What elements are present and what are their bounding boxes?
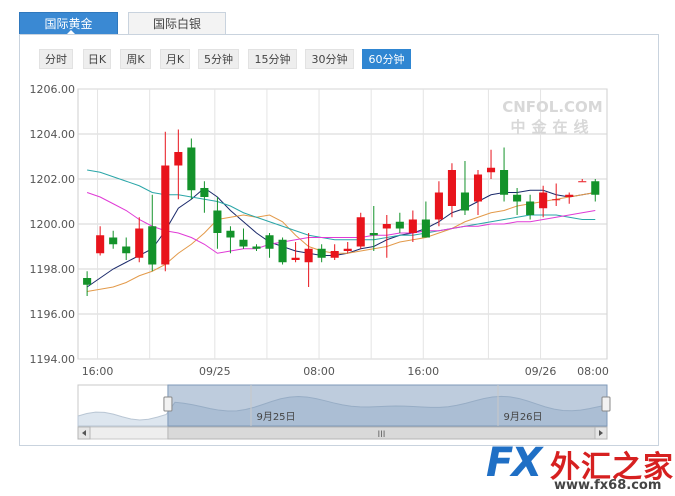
candle-body — [161, 165, 170, 265]
navigator-handle-left[interactable] — [163, 396, 173, 412]
candle-body — [148, 226, 157, 265]
candle-body — [213, 210, 222, 233]
x-tick-label: 09/25 — [199, 365, 231, 378]
candle-body — [500, 170, 509, 195]
scrollbar-grip: III — [377, 430, 385, 440]
x-tick-label: 08:00 — [577, 365, 609, 378]
candle-body — [434, 192, 443, 220]
candle-body — [408, 219, 417, 233]
candle-body — [291, 257, 300, 260]
candle-body — [447, 170, 456, 206]
candle-body — [578, 181, 587, 183]
candle-body — [460, 192, 470, 211]
y-tick-label: 1194.00 — [30, 353, 76, 366]
x-tick-label: 16:00 — [407, 365, 439, 378]
y-tick-label: 1196.00 — [30, 308, 76, 321]
y-tick-label: 1198.00 — [30, 263, 76, 276]
candle — [356, 212, 365, 249]
candle-body — [473, 174, 483, 202]
watermark: CNFOL.COM 中金在线 — [500, 98, 605, 137]
candle-body — [565, 194, 574, 197]
watermark-line2: 中金在线 — [510, 118, 595, 136]
candle-body — [539, 192, 548, 209]
candle-body — [200, 188, 209, 197]
candle-body — [395, 221, 404, 229]
navigator-date-label: 9月26日 — [503, 411, 542, 423]
candle-body — [122, 246, 131, 254]
logo-url: www.fx68.com — [554, 478, 662, 493]
candle-body — [187, 147, 196, 191]
candle-body — [226, 230, 235, 238]
y-tick-label: 1206.00 — [30, 83, 76, 96]
candlestick-chart: 1194.00 1196.00 1198.00 1200.00 1202.00 1204.… — [30, 83, 611, 440]
candle-body — [526, 201, 535, 215]
candle-body — [239, 239, 248, 247]
candle-body — [317, 248, 326, 258]
y-tick-label: 1202.00 — [30, 173, 76, 186]
candle-body — [486, 167, 496, 173]
x-tick-label: 09/26 — [525, 365, 557, 378]
candle-body — [513, 194, 522, 202]
x-tick-label: 08:00 — [303, 365, 335, 378]
watermark-line1: CNFOL.COM — [502, 98, 603, 116]
candle-body — [135, 228, 144, 258]
y-tick-label: 1204.00 — [30, 128, 76, 141]
candle-body — [252, 246, 261, 249]
x-tick-label: 16:00 — [82, 365, 114, 378]
y-tick-label: 1200.00 — [30, 218, 76, 231]
candle-body — [369, 233, 378, 236]
candle-body — [330, 251, 339, 258]
candle-body — [343, 248, 352, 251]
candle-body — [591, 181, 600, 195]
candle-body — [382, 224, 391, 229]
candle-body — [278, 239, 287, 263]
candle — [187, 138, 196, 200]
candle-body — [421, 219, 430, 238]
navigator-date-label: 9月25日 — [256, 411, 295, 423]
candle-body — [552, 199, 561, 201]
candle-body — [356, 217, 365, 247]
site-logo: FX 外汇之家 www.fx68.com — [484, 440, 675, 496]
navigator-handle-right[interactable] — [601, 396, 611, 412]
candle-body — [174, 152, 183, 166]
candle-body — [83, 278, 92, 285]
candle-body — [96, 235, 105, 254]
candle — [278, 237, 287, 265]
candle-body — [304, 248, 313, 263]
candle-body — [109, 237, 118, 245]
logo-fx: FX — [486, 440, 542, 486]
candle-body — [265, 235, 274, 249]
